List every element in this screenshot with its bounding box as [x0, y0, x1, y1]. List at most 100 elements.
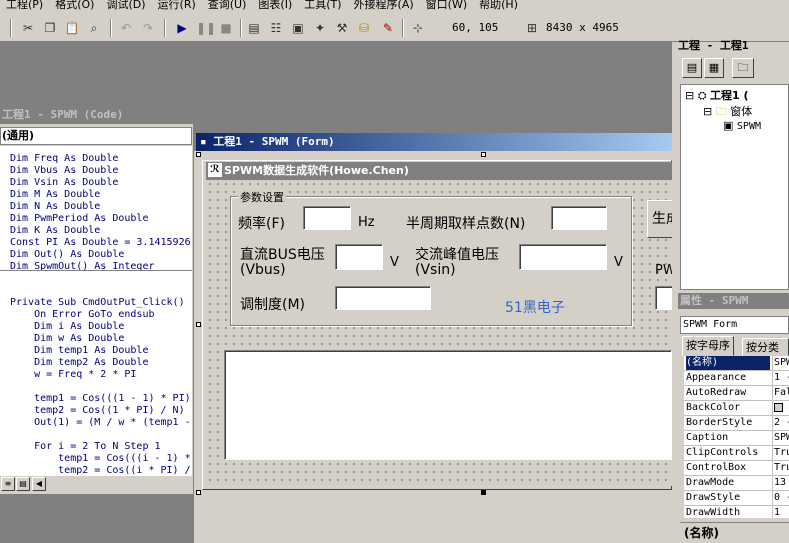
size-icon: ⊞: [526, 21, 538, 35]
toolbox-icon[interactable]: ⚒: [334, 20, 350, 36]
cut-icon[interactable]: ✂: [20, 20, 36, 36]
menu-item-format[interactable]: 格式(O): [49, 0, 100, 10]
scroll-left-icon[interactable]: ◀: [32, 477, 46, 491]
run-icon[interactable]: ▶: [174, 20, 190, 36]
dc-bus-voltage-label-line1: 直流BUS电压: [240, 247, 325, 263]
code-line: Dim Freq As Double: [10, 153, 119, 164]
dc-bus-voltage-input[interactable]: [335, 244, 383, 270]
property-value[interactable]: False: [772, 386, 789, 400]
half-period-samples-label: 半周期取样点数(N): [406, 216, 526, 232]
resize-handle[interactable]: [481, 152, 486, 157]
property-row[interactable]: Appearance 1 -: [684, 371, 789, 386]
properties-window-title[interactable]: 属性 - SPWM: [678, 293, 789, 309]
code-horizontal-scrollbar[interactable]: ≡ ▤ ◀: [0, 476, 192, 492]
property-name: AutoRedraw: [686, 387, 747, 398]
properties-window-icon[interactable]: ☷: [268, 20, 284, 36]
tab-categorized[interactable]: 按分类序: [742, 338, 789, 372]
menu-item-query[interactable]: 查询(U): [202, 0, 253, 10]
object-browser-icon[interactable]: ✦: [312, 20, 328, 36]
tree-node-project-label: 工程1 (: [710, 89, 749, 102]
property-value[interactable]: True: [772, 446, 789, 460]
frequency-input[interactable]: [303, 206, 351, 230]
code-line: Dim Vbus As Double: [10, 165, 119, 176]
resize-handle[interactable]: [481, 490, 486, 495]
component-manager-icon[interactable]: ✎: [380, 20, 396, 36]
property-row[interactable]: ControlBox True: [684, 461, 789, 476]
modulation-input[interactable]: [335, 286, 431, 310]
tab-alphabetic[interactable]: 按字母序: [682, 336, 734, 356]
redo-icon[interactable]: ↷: [140, 20, 156, 36]
property-value[interactable]: 0 -: [772, 491, 789, 505]
size-readout: 8430 x 4965: [546, 21, 619, 34]
property-row[interactable]: AutoRedraw False: [684, 386, 789, 401]
project-icon: ⛭: [697, 89, 707, 102]
data-view-icon[interactable]: ⛁: [356, 20, 372, 36]
property-row[interactable]: DrawStyle 0 -: [684, 491, 789, 506]
toggle-folders-icon[interactable]: 🗀: [732, 58, 754, 78]
property-value[interactable]: 1: [772, 506, 789, 518]
stop-icon[interactable]: ■: [218, 20, 234, 36]
view-object-icon[interactable]: ▦: [704, 58, 724, 78]
menu-item-addins[interactable]: 外接程序(A): [348, 0, 420, 10]
ac-peak-voltage-unit-label: V: [614, 255, 623, 270]
property-row[interactable]: Caption SPWM: [684, 431, 789, 446]
property-value[interactable]: [772, 401, 789, 415]
menu-item-project[interactable]: 工程(P): [0, 0, 49, 10]
form-layout-icon[interactable]: ▣: [290, 20, 306, 36]
property-value[interactable]: True: [772, 461, 789, 475]
ac-peak-voltage-label-line1: 交流峰值电压: [415, 247, 499, 263]
property-value[interactable]: 13: [772, 476, 789, 490]
property-name: BorderStyle: [686, 417, 753, 428]
ac-peak-voltage-input[interactable]: [519, 244, 607, 270]
property-row[interactable]: DrawMode 13: [684, 476, 789, 491]
output-textbox[interactable]: [224, 350, 672, 460]
code-line: Const PI As Double = 3.1415926: [10, 237, 191, 248]
tree-node-project[interactable]: ⊟ ⛭ 工程1 (: [685, 87, 749, 103]
property-name: DrawMode: [686, 477, 735, 488]
modulation-label: 调制度(M): [240, 297, 306, 313]
code-window-title[interactable]: 工程1 - SPWM (Code): [0, 106, 356, 124]
project-explorer-toolbar: ▤ ▦ 🗀: [678, 56, 789, 82]
property-row[interactable]: BorderStyle 2 -: [684, 416, 789, 431]
property-row[interactable]: (名称)SPWM: [684, 356, 789, 371]
undo-icon[interactable]: ↶: [118, 20, 134, 36]
view-code-icon[interactable]: ▤: [682, 58, 702, 78]
property-row[interactable]: BackColor: [684, 401, 789, 416]
object-combo[interactable]: (通用): [0, 127, 192, 145]
property-value[interactable]: SPWM: [772, 356, 789, 370]
pause-icon[interactable]: ❚❚: [196, 20, 216, 36]
form-designer-title[interactable]: ▪ 工程1 - SPWM (Form): [196, 133, 672, 151]
paste-icon[interactable]: 📋: [64, 20, 80, 36]
half-period-samples-input[interactable]: [551, 206, 607, 230]
code-line: Private Sub CmdOutPut_Click(): [10, 297, 185, 308]
property-value[interactable]: 2 -: [772, 416, 789, 430]
code-line: temp1 = Cos(((i - 1) *: [10, 453, 191, 464]
copy-icon[interactable]: ❐: [42, 20, 58, 36]
code-line: Dim PwmPeriod As Double: [10, 213, 149, 224]
project-explorer-icon[interactable]: ▤: [246, 20, 262, 36]
menu-item-debug[interactable]: 调试(D): [100, 0, 151, 10]
property-row[interactable]: DrawWidth 1: [684, 506, 789, 518]
property-row[interactable]: ClipControls True: [684, 446, 789, 461]
menu-item-run[interactable]: 运行(R): [152, 0, 202, 10]
tree-node-spwm[interactable]: ▣ SPWM: [723, 119, 761, 132]
menu-item-diagram[interactable]: 图表(I): [252, 0, 298, 10]
resize-handle[interactable]: [196, 152, 201, 157]
full-module-view-icon[interactable]: ≡: [1, 477, 15, 491]
property-name: BackColor: [686, 402, 741, 413]
code-editor[interactable]: Dim Freq As Double Dim Vbus As Double Dim …: [0, 146, 192, 476]
resize-handle[interactable]: [196, 490, 201, 495]
frequency-label: 频率(F): [238, 216, 285, 232]
menu-item-tools[interactable]: 工具(T): [298, 0, 347, 10]
property-value[interactable]: SPWM: [772, 431, 789, 445]
menu-item-window[interactable]: 窗口(W): [420, 0, 473, 10]
procedure-view-icon[interactable]: ▤: [16, 477, 30, 491]
tree-node-forms-label: 窗体: [730, 105, 753, 118]
resize-handle[interactable]: [196, 322, 201, 327]
property-value[interactable]: 1 -: [772, 371, 789, 385]
dc-bus-voltage-label-line2: (Vbus): [240, 262, 286, 278]
find-icon[interactable]: ⌕: [86, 20, 102, 36]
menu-item-help[interactable]: 帮助(H): [473, 0, 524, 10]
project-explorer-title[interactable]: 工程 - 工程1: [678, 38, 789, 54]
properties-object-combo[interactable]: SPWM Form: [680, 316, 789, 334]
